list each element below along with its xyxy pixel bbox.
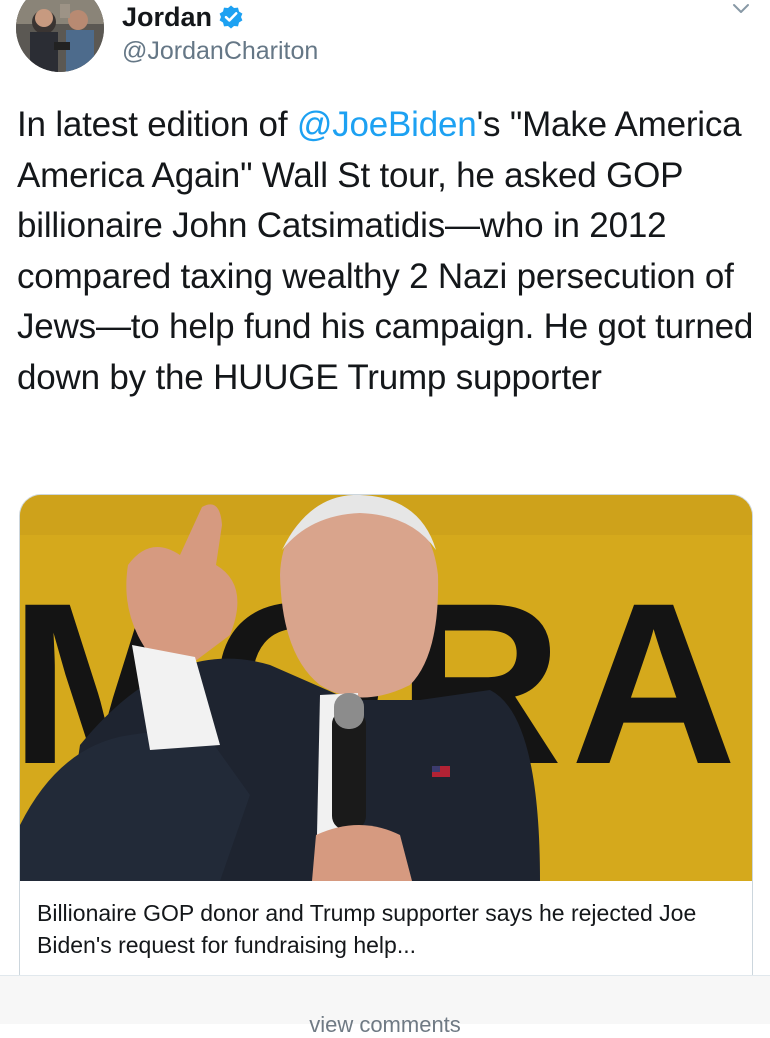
speaker-photo: MORAL xyxy=(20,495,752,881)
view-comments-link[interactable]: view comments xyxy=(0,1012,770,1038)
tweet-text-segment: 's "Make America America Again" Wall St … xyxy=(17,105,754,397)
avatar[interactable] xyxy=(16,0,104,72)
author-name-row[interactable]: Jordan xyxy=(122,0,244,34)
tweet[interactable]: Jordan @JordanChariton In latest edition… xyxy=(0,0,770,996)
display-name[interactable]: Jordan xyxy=(122,2,212,32)
tweet-text: In latest edition of @JoeBiden's "Make A… xyxy=(17,100,757,403)
author-handle[interactable]: @JordanChariton xyxy=(122,36,318,66)
tweet-text-segment: In latest edition of xyxy=(17,105,297,144)
card-title[interactable]: Billionaire GOP donor and Trump supporte… xyxy=(37,897,737,961)
link-preview-card[interactable]: MORAL Billionaire GOP donor and Trump su… xyxy=(19,494,753,996)
mention-link[interactable]: @JoeBiden xyxy=(297,105,477,144)
card-image[interactable]: MORAL xyxy=(20,495,752,881)
chevron-down-icon[interactable] xyxy=(728,0,754,20)
verified-badge-icon xyxy=(218,4,244,30)
bottom-bar: view comments xyxy=(0,976,770,1037)
avatar-photo xyxy=(16,0,104,72)
